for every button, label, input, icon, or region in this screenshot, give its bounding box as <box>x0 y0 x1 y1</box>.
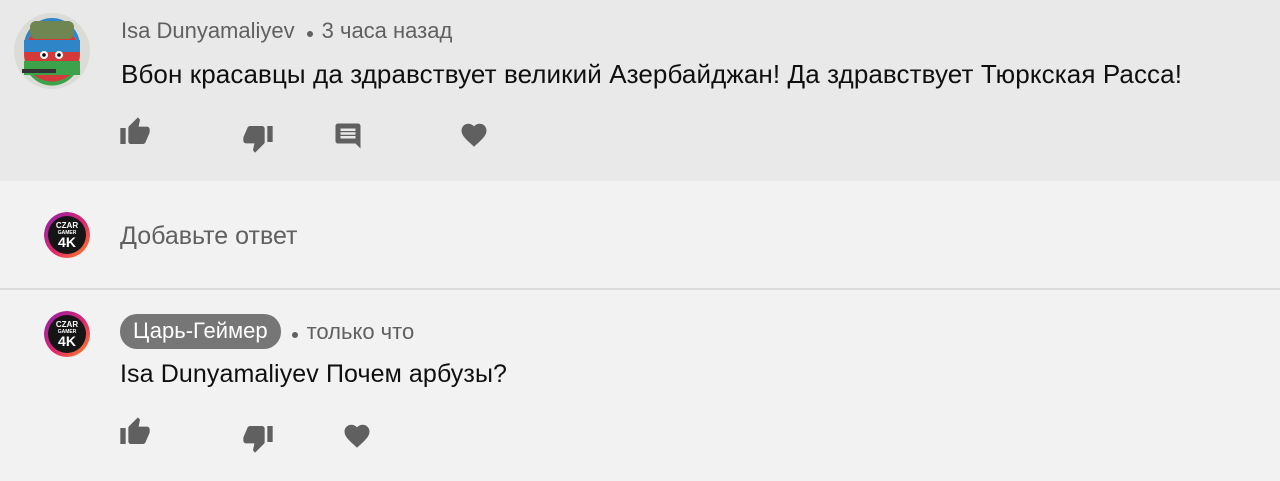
reply-author-badge[interactable]: Царь-Геймер <box>120 314 281 349</box>
reply-timestamp[interactable]: только что <box>307 319 415 345</box>
like-button[interactable] <box>117 114 153 150</box>
heart-button[interactable] <box>456 117 492 153</box>
reply-author-avatar[interactable]: CZAR GAMER 4K <box>44 311 90 357</box>
dislike-icon <box>243 126 273 153</box>
svg-text:CZAR: CZAR <box>56 221 78 230</box>
comment-timestamp[interactable]: 3 часа назад <box>322 18 453 44</box>
heart-icon <box>344 424 370 448</box>
reply-thread-item: CZAR GAMER 4K Царь-Геймер только что Isa… <box>0 290 1280 481</box>
reply-icon <box>335 123 361 149</box>
like-icon <box>120 417 150 444</box>
reply-input-row: CZAR GAMER 4K Добавьте ответ <box>0 181 1280 288</box>
czar-gamer-4k-avatar-icon: CZAR GAMER 4K <box>44 212 90 258</box>
svg-text:4K: 4K <box>58 234 76 250</box>
comment-text: Вбон красавцы да здравствует великий Азе… <box>121 59 1183 89</box>
svg-text:4K: 4K <box>58 333 76 349</box>
flag-ball-avatar-icon <box>14 13 90 89</box>
dislike-button[interactable] <box>240 120 276 156</box>
meta-separator-dot <box>306 31 313 37</box>
reply-meta: Царь-Геймер только что <box>120 314 414 349</box>
current-user-avatar[interactable]: CZAR GAMER 4K <box>44 212 90 258</box>
like-icon <box>120 117 150 144</box>
comment-author-avatar[interactable] <box>14 13 90 89</box>
heart-icon <box>461 123 487 147</box>
reply-text: Isa Dunyamaliyev Почем арбузы? <box>120 360 508 388</box>
reply-button[interactable] <box>330 118 366 154</box>
comment-author-name[interactable]: Isa Dunyamaliyev <box>121 18 295 44</box>
heart-button[interactable] <box>339 418 375 454</box>
like-button[interactable] <box>117 414 153 450</box>
svg-text:CZAR: CZAR <box>56 320 78 329</box>
reply-input[interactable]: Добавьте ответ <box>120 222 297 251</box>
comment-thread-item: Isa Dunyamaliyev 3 часа назад Вбон краса… <box>0 0 1280 181</box>
comment-meta: Isa Dunyamaliyev 3 часа назад <box>121 18 452 44</box>
meta-separator-dot <box>291 331 298 338</box>
czar-gamer-4k-avatar-icon: CZAR GAMER 4K <box>44 311 90 357</box>
dislike-icon <box>243 426 273 453</box>
dislike-button[interactable] <box>240 420 276 456</box>
